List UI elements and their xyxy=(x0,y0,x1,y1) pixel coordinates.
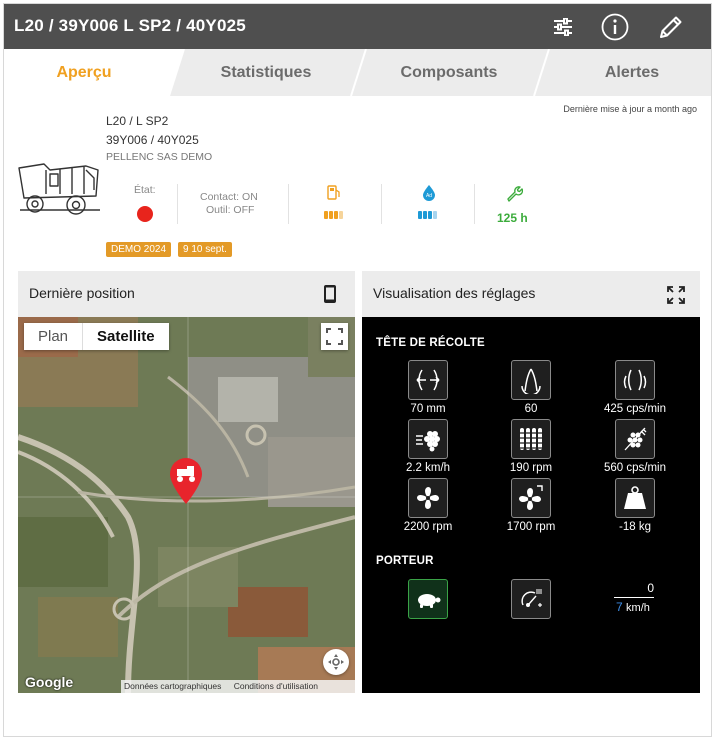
settings-visualization: TÊTE DE RÉCOLTE 70 mm 60 425 cps/min 2.2… xyxy=(362,317,700,693)
adblue-gauge xyxy=(418,211,437,219)
page-title: L20 / 39Y006 L SP2 / 40Y025 xyxy=(14,16,246,35)
turtle-mode-icon xyxy=(408,579,448,619)
fan-small-icon xyxy=(511,478,551,518)
shaker-amplitude-icon xyxy=(511,360,551,400)
svg-text:Ad: Ad xyxy=(426,193,432,199)
vehicle-marker-icon[interactable] xyxy=(168,457,204,505)
map-attribution: Données cartographiques Conditions d'uti… xyxy=(121,680,355,693)
machine-summary: Dernière mise à jour a month ago L20 / L… xyxy=(4,96,711,266)
phone-icon[interactable] xyxy=(323,284,337,304)
sorter-value: 560 cps/min xyxy=(603,462,666,474)
map-fullscreen-button[interactable] xyxy=(321,323,348,350)
tool-status: Outil: OFF xyxy=(206,204,255,216)
expand-icon xyxy=(326,328,343,345)
weight-value: -18 kg xyxy=(619,521,651,533)
divider xyxy=(177,184,178,224)
divider xyxy=(381,184,382,224)
badge-demo: DEMO 2024 xyxy=(106,242,172,257)
shaker-spacing-value: 70 mm xyxy=(410,403,446,415)
harvester-icon xyxy=(18,163,100,215)
google-logo: Google xyxy=(25,674,74,690)
speed-dial-icon xyxy=(511,579,551,619)
adblue-icon: Ad xyxy=(423,185,435,201)
settings-panel-header: Visualisation des réglages xyxy=(362,271,700,317)
destemmer-value: 190 rpm xyxy=(509,462,553,474)
fan-value: 2200 rpm xyxy=(403,521,453,533)
map-center-button[interactable] xyxy=(323,649,349,675)
weight-icon xyxy=(615,478,655,518)
header-bar: L20 / 39Y006 L SP2 / 40Y025 xyxy=(4,4,711,49)
map-type-satellite[interactable]: Satellite xyxy=(82,323,169,350)
state-label: État: xyxy=(134,184,156,196)
fan-small-value: 1700 rpm xyxy=(506,521,556,533)
engine-hours: 125 h xyxy=(497,211,528,225)
conveyor-speed-value: 2.2 km/h xyxy=(405,462,451,474)
machine-model: L20 / L SP2 xyxy=(106,114,169,128)
shaker-frequency-value: 425 cps/min xyxy=(603,403,666,415)
pencil-icon[interactable] xyxy=(656,12,686,42)
map-type-switch: Plan Satellite xyxy=(24,323,169,350)
shaker-frequency-icon xyxy=(615,360,655,400)
shaker-spacing-icon xyxy=(408,360,448,400)
carrier-section-title: PORTEUR xyxy=(376,555,434,567)
dashboard-card: L20 / 39Y006 L SP2 / 40Y025 Aperçu Stati… xyxy=(3,3,712,737)
position-panel-title: Dernière position xyxy=(29,285,135,301)
tab-composants[interactable]: Composants xyxy=(359,49,539,96)
head-section-title: TÊTE DE RÉCOLTE xyxy=(376,337,485,349)
map-type-plan[interactable]: Plan xyxy=(24,323,82,350)
contact-status: Contact: ON xyxy=(200,191,258,203)
tab-apercu[interactable]: Aperçu xyxy=(4,49,164,96)
badge-date: 9 10 sept. xyxy=(178,242,232,257)
position-panel-header: Dernière position xyxy=(18,271,355,317)
divider xyxy=(288,184,289,224)
last-update: Dernière mise à jour a month ago xyxy=(563,104,697,114)
map-data-link[interactable]: Données cartographiques xyxy=(124,681,221,691)
carrier-speed: 7 km/h xyxy=(616,600,650,614)
machine-serials: 39Y006 / 40Y025 xyxy=(106,133,199,147)
settings-panel-title: Visualisation des réglages xyxy=(373,285,536,301)
sliders-icon[interactable] xyxy=(548,12,578,42)
tab-bar: Aperçu Statistiques Composants Alertes xyxy=(4,49,711,96)
carrier-speed-unit: km/h xyxy=(626,602,650,614)
state-indicator xyxy=(137,206,153,222)
carrier-speed-value: 7 xyxy=(616,600,623,614)
wrench-icon xyxy=(507,186,523,202)
machine-owner: PELLENC SAS DEMO xyxy=(106,151,213,163)
shaker-amplitude-value: 60 xyxy=(524,403,538,415)
recenter-icon xyxy=(328,654,344,670)
carrier-speed-divider xyxy=(614,597,654,598)
fullscreen-icon[interactable] xyxy=(667,286,685,304)
conveyor-speed-icon xyxy=(408,419,448,459)
fuel-icon xyxy=(327,185,340,200)
info-icon[interactable] xyxy=(600,12,630,42)
destemmer-icon xyxy=(511,419,551,459)
tab-alertes[interactable]: Alertes xyxy=(542,49,711,96)
divider xyxy=(474,184,475,224)
satellite-map[interactable]: Plan Satellite Google Données cartograph… xyxy=(18,317,355,693)
carrier-speed-target: 0 xyxy=(647,581,654,595)
map-terms-link[interactable]: Conditions d'utilisation xyxy=(234,681,318,691)
fan-icon xyxy=(408,478,448,518)
map-imagery xyxy=(18,317,355,693)
tab-statistiques[interactable]: Statistiques xyxy=(176,49,356,96)
fuel-gauge xyxy=(324,211,343,219)
sorter-icon xyxy=(615,419,655,459)
